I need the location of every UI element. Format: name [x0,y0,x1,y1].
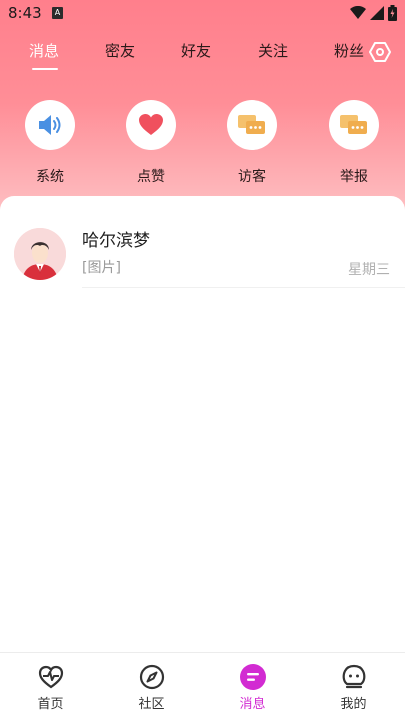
divider [82,287,405,288]
status-bar: 8:43 A [0,0,405,28]
quick-action-label: 系统 [36,169,64,185]
avatar [14,228,66,280]
compass-icon [139,664,164,690]
quick-action-label: 举报 [340,169,368,185]
tab-followers[interactable]: 粉丝 [334,40,364,61]
speaker-icon [39,115,61,135]
tab-messages[interactable]: 消息 [29,40,59,61]
signal-icon [370,6,384,20]
nav-label: 消息 [239,697,266,712]
conversation-name: 哈尔滨梦 [82,231,150,251]
quick-action-system[interactable]: 系统 [24,100,76,186]
quick-action-label: 点赞 [137,169,165,185]
nav-community[interactable]: 社区 [101,653,202,720]
tab-bar: 消息 密友 好友 关注 粉丝 [0,36,405,76]
quick-action-reports[interactable]: 举报 [328,100,380,186]
conversation-row[interactable]: 哈尔滨梦 [图片] 星期三 [0,222,405,288]
nav-profile[interactable]: 我的 [303,653,404,720]
quick-action-likes[interactable]: 点赞 [125,100,177,186]
nav-label: 社区 [138,697,165,712]
quick-action-label: 访客 [238,169,266,185]
quick-action-visitors[interactable]: 访客 [226,100,278,186]
status-time: 8:43 [8,4,42,22]
conversation-list: 哈尔滨梦 [图片] 星期三 [0,196,405,652]
bottom-nav: 首页 社区 消息 我的 [0,652,405,720]
app-badge-icon: A [52,7,63,19]
tab-friends[interactable]: 好友 [181,40,211,61]
wifi-icon [350,6,366,19]
conversation-preview: [图片] [82,260,121,276]
nav-label: 我的 [340,697,367,712]
conversation-time: 星期三 [348,262,390,278]
chat-bubbles-icon [340,115,367,134]
tab-close-friends[interactable]: 密友 [105,40,135,61]
battery-icon [388,5,397,21]
heartbeat-icon [38,665,63,689]
status-icons [350,5,397,21]
chat-bubbles-icon [238,115,265,134]
profile-icon [342,664,365,689]
tab-following[interactable]: 关注 [258,40,288,61]
heart-icon [139,114,163,135]
tab-indicator [32,68,58,70]
nav-label: 首页 [37,697,64,712]
nav-home[interactable]: 首页 [0,653,101,720]
user-avatar-icon [14,228,66,280]
nav-messages[interactable]: 消息 [202,653,303,720]
settings-icon[interactable] [368,40,392,64]
message-icon [239,664,266,690]
